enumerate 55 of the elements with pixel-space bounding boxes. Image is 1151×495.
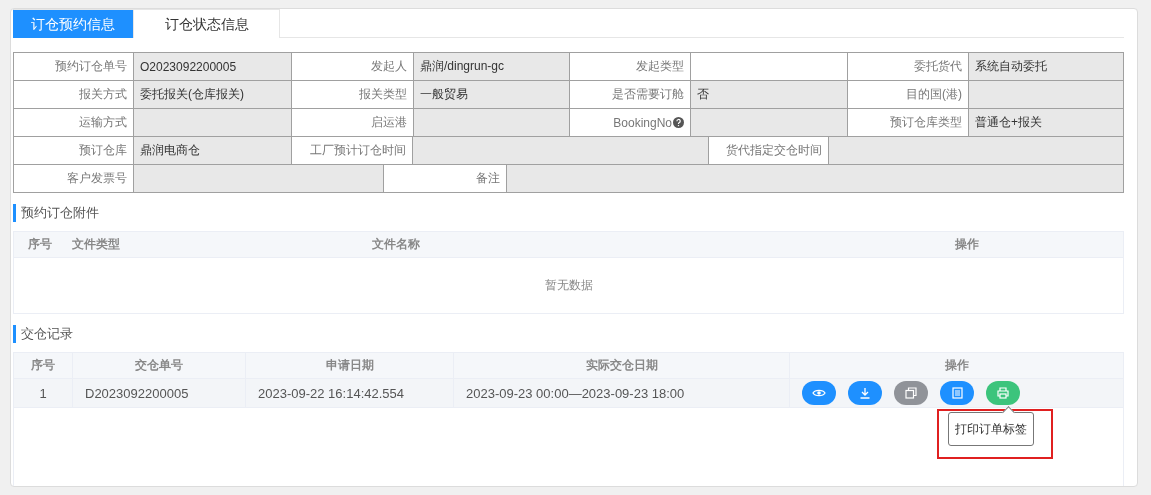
field-label: 运输方式 bbox=[79, 114, 127, 131]
field-value: 一般贸易 bbox=[414, 81, 570, 108]
field-label: 报关方式 bbox=[79, 86, 127, 103]
column-header: 文件名称 bbox=[371, 236, 421, 253]
field-label: 备注 bbox=[476, 170, 500, 187]
field-value: 委托报关(仓库报关) bbox=[134, 81, 292, 108]
field-value: 系统自动委托 bbox=[969, 53, 1123, 80]
section-marker bbox=[13, 204, 16, 222]
empty-message: 暂无数据 bbox=[544, 277, 593, 294]
field-label: 启运港 bbox=[371, 114, 407, 131]
column-header: 操作 bbox=[954, 236, 980, 253]
action-button[interactable] bbox=[802, 381, 836, 405]
tab[interactable]: 订仓状态信息 bbox=[134, 9, 280, 38]
field-label: 报关类型 bbox=[359, 86, 407, 103]
field-label: 预订仓库类型 bbox=[890, 114, 962, 131]
column-header: 实际交仓日期 bbox=[454, 353, 790, 378]
column-header: 序号 bbox=[27, 236, 53, 253]
section-marker bbox=[13, 325, 16, 343]
printer-icon bbox=[997, 387, 1009, 399]
column-header: 交仓单号 bbox=[73, 353, 246, 378]
column-header: 序号 bbox=[14, 353, 73, 378]
field-value: 鼎润电商仓 bbox=[134, 137, 292, 164]
table-cell: 1 bbox=[39, 385, 47, 401]
action-button[interactable] bbox=[940, 381, 974, 405]
field-label: 客户发票号 bbox=[67, 170, 127, 187]
field-label: 预订仓库 bbox=[79, 142, 127, 159]
field-label: 目的国(港) bbox=[906, 86, 962, 103]
field-label: 是否需要订舱 bbox=[612, 86, 684, 103]
field-label: 委托货代 bbox=[914, 58, 962, 75]
action-button[interactable] bbox=[848, 381, 882, 405]
field-label: 预约订仓单号 bbox=[55, 58, 127, 75]
tooltip: 打印订单标签 bbox=[948, 412, 1034, 446]
field-value: 否 bbox=[691, 81, 848, 108]
section-title: 交仓记录 bbox=[21, 325, 73, 343]
copy-icon bbox=[905, 387, 917, 399]
column-header: 文件类型 bbox=[71, 236, 121, 253]
section-title: 预约订仓附件 bbox=[21, 204, 99, 222]
action-button[interactable] bbox=[894, 381, 928, 405]
column-header: 操作 bbox=[943, 357, 970, 374]
field-value: O2023092200005 bbox=[134, 53, 292, 80]
field-label: 工厂预计订仓时间 bbox=[310, 142, 406, 159]
field-label: 发起人 bbox=[371, 58, 407, 75]
field-label: BookingNo bbox=[613, 115, 672, 130]
field-value: 鼎润/dingrun-gc bbox=[414, 53, 570, 80]
column-header: 申请日期 bbox=[246, 353, 454, 378]
action-button[interactable] bbox=[986, 381, 1020, 405]
table-cell: 2023-09-23 00:00—2023-09-23 18:00 bbox=[466, 385, 685, 401]
field-label: 货代指定交仓时间 bbox=[726, 142, 822, 159]
field-label: 发起类型 bbox=[636, 58, 684, 75]
document-icon bbox=[951, 387, 963, 399]
eye-icon bbox=[812, 388, 826, 398]
field-value: 普通仓+报关 bbox=[969, 109, 1123, 136]
table-cell: D2023092200005 bbox=[85, 385, 189, 401]
table-cell: 2023-09-22 16:14:42.554 bbox=[258, 385, 404, 401]
download-icon bbox=[859, 387, 871, 399]
